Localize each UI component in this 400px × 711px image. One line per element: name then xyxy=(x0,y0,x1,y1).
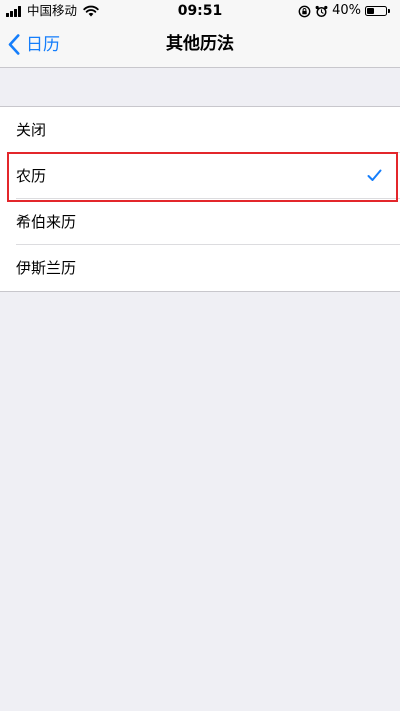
option-chinese-lunar[interactable]: 农历 xyxy=(0,153,400,199)
option-label: 伊斯兰历 xyxy=(16,259,77,277)
battery-fill xyxy=(367,8,375,14)
status-bar: 中国移动 09:51 40% xyxy=(0,0,400,22)
option-islamic[interactable]: 伊斯兰历 xyxy=(0,245,400,291)
battery-icon xyxy=(365,6,387,16)
battery-percent: 40% xyxy=(332,3,361,18)
checkmark-icon xyxy=(367,169,382,181)
calendar-options-list: 关闭 农历 希伯来历 伊斯兰历 xyxy=(0,106,400,292)
status-right: 40% xyxy=(298,3,390,19)
option-label: 希伯来历 xyxy=(16,213,77,231)
orientation-lock-icon xyxy=(298,5,311,17)
battery-tip xyxy=(388,9,390,13)
option-label: 农历 xyxy=(16,167,47,185)
page-title: 其他历法 xyxy=(166,34,234,54)
alarm-icon xyxy=(315,5,328,17)
option-hebrew[interactable]: 希伯来历 xyxy=(0,199,400,245)
option-off[interactable]: 关闭 xyxy=(0,107,400,153)
option-label: 关闭 xyxy=(16,121,47,139)
navigation-bar: 日历 其他历法 xyxy=(0,22,400,68)
